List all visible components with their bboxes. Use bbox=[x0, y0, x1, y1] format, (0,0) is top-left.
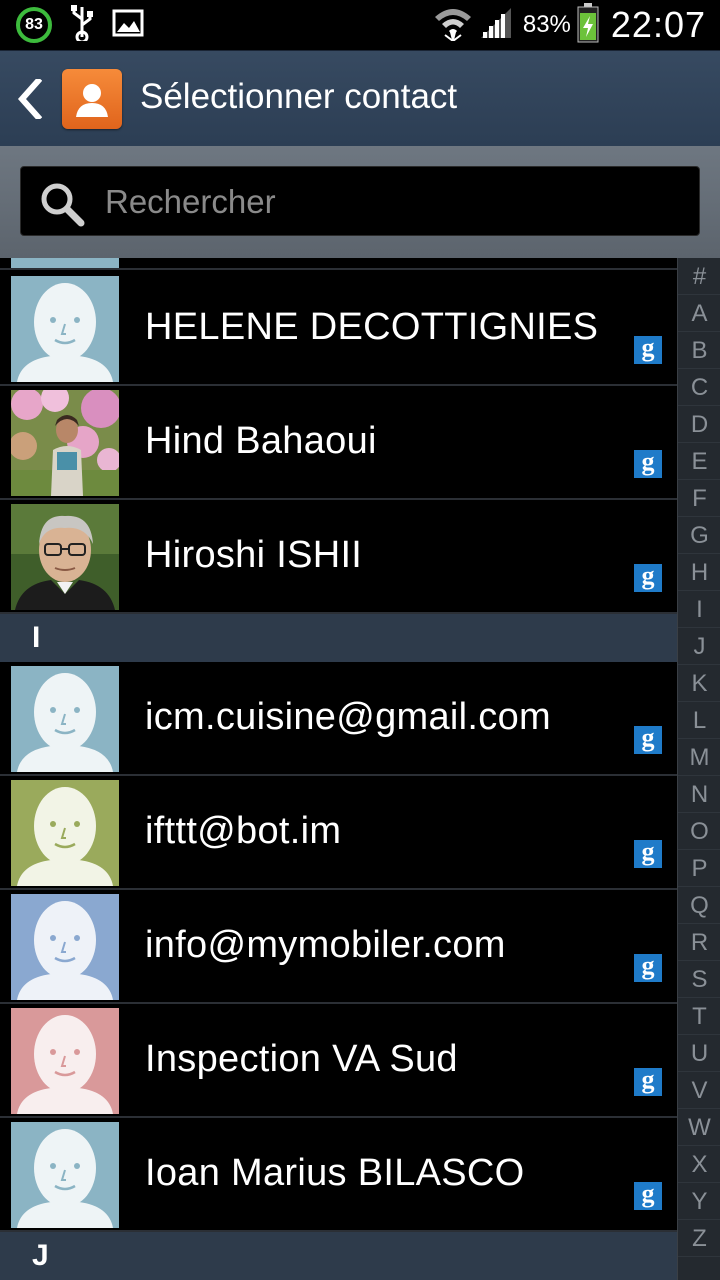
back-arrow-icon[interactable] bbox=[16, 76, 43, 124]
contact-name: Ioan Marius BILASCO bbox=[145, 1152, 525, 1194]
index-letter[interactable]: D bbox=[678, 406, 720, 443]
search-input[interactable] bbox=[105, 181, 665, 223]
list-item[interactable]: Hiroshi ISHII g bbox=[0, 500, 677, 614]
action-bar: Sélectionner contact bbox=[0, 50, 720, 146]
google-account-icon: g bbox=[634, 839, 662, 868]
google-account-icon: g bbox=[634, 1067, 662, 1096]
index-letter[interactable]: # bbox=[678, 258, 720, 295]
avatar bbox=[11, 390, 119, 496]
list-item[interactable]: HELENE DECOTTIGNIES g bbox=[0, 272, 677, 386]
index-letter[interactable]: T bbox=[678, 998, 720, 1035]
avatar bbox=[11, 780, 119, 886]
index-letter[interactable]: G bbox=[678, 517, 720, 554]
signal-icon bbox=[479, 6, 513, 45]
index-letter[interactable]: W bbox=[678, 1109, 720, 1146]
screen: { "status_bar": { "notification_badge": … bbox=[0, 0, 720, 1280]
battery-charging-icon bbox=[577, 2, 599, 48]
section-header-i: I bbox=[0, 614, 677, 662]
index-letter[interactable]: L bbox=[678, 702, 720, 739]
search-icon bbox=[39, 181, 85, 232]
avatar bbox=[11, 1122, 119, 1228]
index-letter[interactable]: Z bbox=[678, 1220, 720, 1257]
wifi-icon bbox=[433, 5, 473, 46]
list-item[interactable]: icm.cuisine@gmail.com g bbox=[0, 662, 677, 776]
contact-name: icm.cuisine@gmail.com bbox=[145, 696, 551, 738]
index-letter[interactable]: E bbox=[678, 443, 720, 480]
usb-icon bbox=[70, 4, 94, 46]
index-letter[interactable]: K bbox=[678, 665, 720, 702]
google-account-icon: g bbox=[634, 725, 662, 754]
list-item[interactable]: Ioan Marius BILASCO g bbox=[0, 1118, 677, 1232]
index-letter[interactable]: C bbox=[678, 369, 720, 406]
index-letter[interactable]: P bbox=[678, 850, 720, 887]
index-letter[interactable]: Y bbox=[678, 1183, 720, 1220]
image-icon bbox=[112, 9, 144, 42]
index-letter[interactable]: Q bbox=[678, 887, 720, 924]
contact-name: HELENE DECOTTIGNIES bbox=[145, 306, 599, 348]
contact-name: Hind Bahaoui bbox=[145, 420, 377, 462]
index-letter[interactable]: B bbox=[678, 332, 720, 369]
contact-name: Inspection VA Sud bbox=[145, 1038, 458, 1080]
avatar bbox=[11, 504, 119, 610]
google-account-icon: g bbox=[634, 563, 662, 592]
list-item[interactable]: Hind Bahaoui g bbox=[0, 386, 677, 500]
index-letter[interactable]: N bbox=[678, 776, 720, 813]
google-account-icon: g bbox=[634, 335, 662, 364]
google-account-icon: g bbox=[634, 1181, 662, 1210]
section-header-j: J bbox=[0, 1232, 677, 1280]
list-item[interactable]: ifttt@bot.im g bbox=[0, 776, 677, 890]
contact-name: ifttt@bot.im bbox=[145, 810, 342, 852]
battery-percent: 83% bbox=[522, 11, 571, 38]
list-item[interactable]: Inspection VA Sud g bbox=[0, 1004, 677, 1118]
index-letter[interactable]: S bbox=[678, 961, 720, 998]
alphabet-index-bar[interactable]: # A B C D E F G H I J K L M N O P Q R S … bbox=[677, 258, 720, 1280]
contact-list[interactable]: HELENE DECOTTIGNIES g Hind Bahaoui g Hir… bbox=[0, 258, 677, 1280]
index-letter[interactable]: A bbox=[678, 295, 720, 332]
avatar bbox=[11, 258, 119, 268]
index-letter[interactable]: R bbox=[678, 924, 720, 961]
index-letter[interactable]: J bbox=[678, 628, 720, 665]
index-letter[interactable]: F bbox=[678, 480, 720, 517]
avatar bbox=[11, 276, 119, 382]
status-bar-right: 83% 22:07 bbox=[433, 2, 706, 48]
index-letter[interactable]: H bbox=[678, 554, 720, 591]
avatar bbox=[11, 666, 119, 772]
index-letter[interactable]: I bbox=[678, 591, 720, 628]
notification-count-icon: 83 bbox=[16, 7, 52, 43]
index-letter[interactable]: U bbox=[678, 1035, 720, 1072]
index-letter[interactable]: X bbox=[678, 1146, 720, 1183]
contact-name: info@mymobiler.com bbox=[145, 924, 506, 966]
google-account-icon: g bbox=[634, 953, 662, 982]
search-bar bbox=[0, 146, 720, 258]
avatar bbox=[11, 894, 119, 1000]
search-box[interactable] bbox=[20, 166, 700, 236]
status-bar-left: 83 bbox=[16, 4, 144, 46]
avatar bbox=[11, 1008, 119, 1114]
status-bar: 83 83% 22:07 bbox=[0, 0, 720, 50]
page-title: Sélectionner contact bbox=[140, 77, 458, 116]
clock: 22:07 bbox=[610, 4, 706, 45]
contact-name: Hiroshi ISHII bbox=[145, 534, 363, 576]
index-letter[interactable]: V bbox=[678, 1072, 720, 1109]
list-item[interactable]: info@mymobiler.com g bbox=[0, 890, 677, 1004]
index-letter[interactable]: M bbox=[678, 739, 720, 776]
index-letter[interactable]: O bbox=[678, 813, 720, 850]
contacts-app-icon[interactable] bbox=[62, 69, 122, 129]
google-account-icon: g bbox=[634, 449, 662, 478]
list-item-partial[interactable] bbox=[0, 258, 677, 270]
